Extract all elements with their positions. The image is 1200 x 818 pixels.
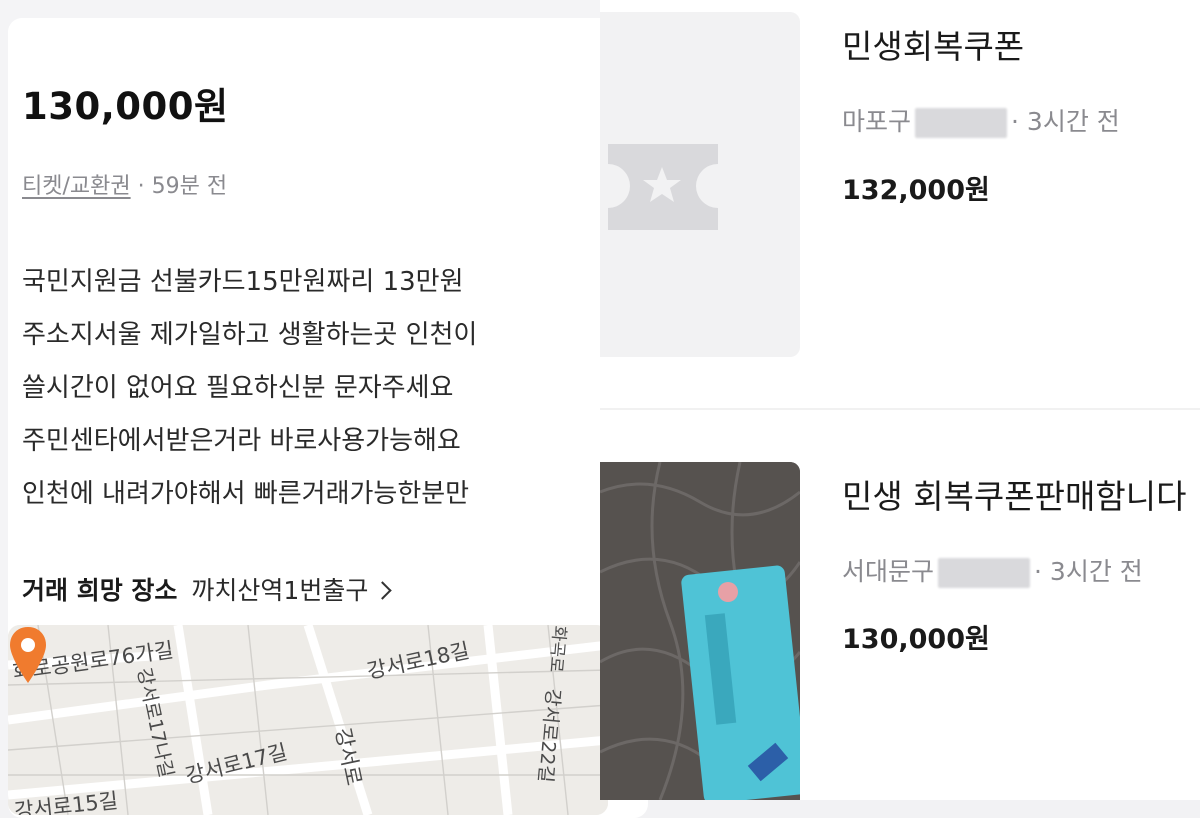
listing-meta: 마포구 · 3시간 전 [842,102,1120,138]
chevron-right-icon [373,580,393,600]
listing-thumbnail[interactable] [600,12,800,357]
ticket-star-icon [608,144,718,230]
listing-location: 마포구 [842,107,912,136]
description-line: 인천에 내려가야해서 빠른거래가능한분만 [22,479,470,509]
trade-location-value: 까치산역1번출구 [191,576,369,605]
detail-description: 국민지원금 선불카드15만원짜리 13만원 주소지서울 제가일하고 생활하는곳 … [22,256,642,521]
detail-price: 130,000원 [22,85,229,128]
blurred-region [915,108,1008,138]
location-pin-icon [10,627,46,683]
meta-separator: · [130,174,152,199]
listing-detail-panel: 130,000원 티켓/교환권 · 59분 전 국민지원금 선불카드15만원짜리… [0,0,648,818]
listing-price: 130,000원 [842,624,990,655]
trade-location-row[interactable]: 거래 희망 장소 까치산역1번출구 [22,571,393,607]
description-line: 주소지서울 제가일하고 생활하는곳 인천이 [22,320,478,350]
description-line: 쓸시간이 없어요 필요하신분 문자주세요 [22,373,454,403]
listing-title[interactable]: 민생회복쿠폰 [842,20,1024,68]
description-line: 주민센타에서받은거라 바로사용가능해요 [22,426,461,456]
map-street-label: 화곡로 [545,625,570,674]
listing-title[interactable]: 민생 회복쿠폰판매함니다 [842,470,1186,518]
detail-meta: 티켓/교환권 · 59분 전 [22,168,227,200]
posted-time: 59분 전 [151,174,228,199]
category-link[interactable]: 티켓/교환권 [22,174,131,199]
listing-time: · 3시간 전 [1034,557,1143,586]
listing-location: 서대문구 [842,557,935,586]
listing-time: · 3시간 전 [1011,107,1120,136]
blurred-region [938,558,1031,588]
listing-price: 132,000원 [842,175,990,206]
photo-card-on-jacket [600,462,800,800]
trade-location-label: 거래 희망 장소 [22,576,178,605]
listing-thumbnail[interactable] [600,462,800,800]
listing-meta: 서대문구 · 3시간 전 [842,552,1143,588]
description-line: 국민지원금 선불카드15만원짜리 13만원 [22,267,464,297]
trade-location-map[interactable]: 화로공원로76가길 강서로17나길 강서로18길 강서로17길 강서로 강서로1… [8,625,608,815]
listing-divider [600,408,1200,410]
